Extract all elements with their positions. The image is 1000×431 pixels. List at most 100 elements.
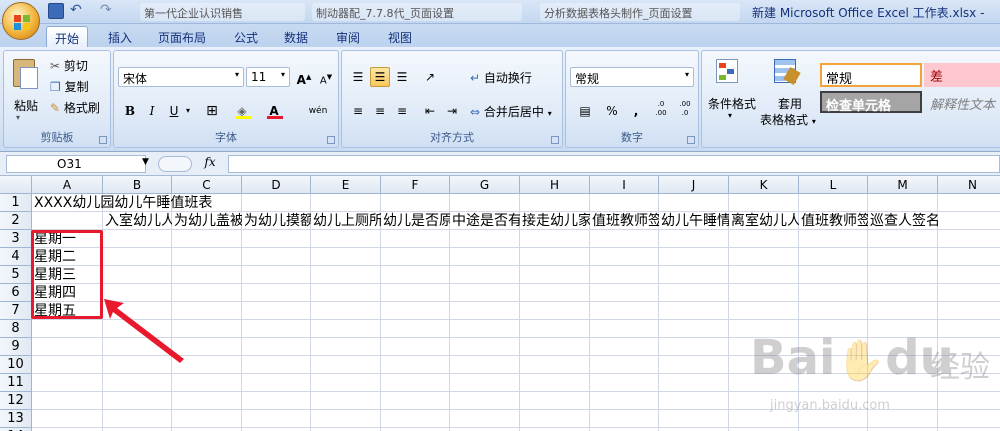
cell-E2[interactable]: 幼儿上厕所 — [313, 212, 381, 230]
clipboard-launcher-icon[interactable] — [99, 136, 107, 144]
tab-review[interactable]: 审阅 — [328, 26, 368, 47]
align-right-icon[interactable]: ≡ — [392, 101, 412, 121]
decrease-decimal-button[interactable]: .00 .0 — [674, 99, 696, 119]
row-header-1[interactable]: 1 — [0, 194, 32, 212]
fill-color-icon[interactable]: ◈ — [232, 101, 252, 121]
cell-B2[interactable]: 入室幼儿人数 — [105, 212, 172, 230]
style-explanatory[interactable]: 解释性文本 — [924, 91, 1000, 113]
row-header-3[interactable]: 3 — [0, 230, 32, 248]
bold-button[interactable]: B — [120, 101, 140, 121]
redo-icon[interactable]: ↷ — [100, 3, 116, 19]
select-all-corner[interactable] — [0, 176, 32, 194]
format-as-table-icon[interactable] — [774, 59, 801, 87]
align-middle-icon[interactable]: ☰ — [370, 67, 390, 87]
cut-button[interactable]: ✂ 剪切 — [50, 57, 88, 74]
font-name-select[interactable]: 宋体 ▾ — [118, 67, 244, 87]
cell-M2[interactable]: 巡查人签名 — [870, 212, 938, 230]
row-header-10[interactable]: 10 — [0, 356, 32, 374]
tab-view[interactable]: 视图 — [380, 26, 420, 47]
column-header-A[interactable]: A — [32, 176, 103, 194]
paste-icon[interactable] — [10, 57, 40, 91]
italic-button[interactable]: I — [142, 101, 162, 121]
column-header-F[interactable]: F — [381, 176, 450, 194]
cell-G2[interactable]: 中途是否有 — [452, 212, 520, 230]
merge-center-button[interactable]: ⇔ 合并后居中 ▾ — [470, 103, 552, 120]
doc-tab[interactable]: 第一代企业认识销售 — [140, 3, 305, 21]
align-center-icon[interactable]: ≡ — [370, 101, 390, 121]
font-color-button[interactable]: A — [264, 101, 284, 121]
doc-tab[interactable]: 制动器配_7.7.8代_页面设置 — [312, 3, 522, 21]
save-icon[interactable] — [48, 3, 64, 19]
column-header-N[interactable]: N — [938, 176, 1000, 194]
column-header-K[interactable]: K — [729, 176, 799, 194]
cell-H2[interactable]: 接走幼儿家 — [522, 212, 590, 230]
cell-L2[interactable]: 值班教师签 — [801, 212, 868, 230]
cell-I2[interactable]: 值班教师签 — [592, 212, 659, 230]
alignment-launcher-icon[interactable] — [551, 136, 559, 144]
row-header-12[interactable]: 12 — [0, 392, 32, 410]
format-painter-button[interactable]: ✎ 格式刷 — [50, 99, 100, 116]
number-launcher-icon[interactable] — [687, 136, 695, 144]
currency-icon[interactable]: ▤ — [572, 101, 598, 121]
column-header-M[interactable]: M — [868, 176, 938, 194]
copy-button[interactable]: ❐ 复制 — [50, 78, 89, 95]
column-header-G[interactable]: G — [450, 176, 520, 194]
style-normal[interactable]: 常规 — [820, 63, 922, 87]
row-header-8[interactable]: 8 — [0, 320, 32, 338]
borders-icon[interactable]: ⊞ — [202, 101, 222, 121]
align-left-icon[interactable]: ≡ — [348, 101, 368, 121]
font-size-select[interactable]: 11 ▾ — [246, 67, 290, 87]
wrap-text-button[interactable]: ↵ 自动换行 — [470, 69, 532, 86]
cell-A1[interactable]: XXXX幼儿园幼儿午睡值班表 — [34, 194, 254, 212]
name-box[interactable]: O31 — [6, 155, 146, 173]
style-bad[interactable]: 差 — [924, 63, 1000, 87]
comma-button[interactable]: , — [626, 101, 646, 121]
column-header-C[interactable]: C — [172, 176, 242, 194]
font-launcher-icon[interactable] — [327, 136, 335, 144]
align-bottom-icon[interactable]: ☰ — [392, 67, 412, 87]
format-as-table-button[interactable]: 套用 — [778, 95, 802, 112]
column-header-B[interactable]: B — [103, 176, 172, 194]
align-top-icon[interactable]: ☰ — [348, 67, 368, 87]
decrease-indent-icon[interactable]: ⇤ — [420, 101, 440, 121]
conditional-format-icon[interactable] — [716, 59, 742, 87]
row-header-11[interactable]: 11 — [0, 374, 32, 392]
row-header-5[interactable]: 5 — [0, 266, 32, 284]
underline-button[interactable]: U — [164, 101, 184, 121]
row-header-13[interactable]: 13 — [0, 410, 32, 428]
grow-font-button[interactable]: A▲ — [294, 67, 314, 87]
column-header-H[interactable]: H — [520, 176, 590, 194]
increase-decimal-button[interactable]: .0 .00 — [650, 99, 672, 119]
tab-data[interactable]: 数据 — [276, 26, 316, 47]
percent-button[interactable]: % — [602, 101, 622, 121]
phonetic-button[interactable]: wén — [304, 101, 332, 121]
tab-formulas[interactable]: 公式 — [226, 26, 266, 47]
formula-input[interactable] — [228, 155, 1000, 173]
tab-home[interactable]: 开始 — [46, 26, 89, 47]
column-header-D[interactable]: D — [242, 176, 311, 194]
row-header-2[interactable]: 2 — [0, 212, 32, 230]
tab-insert[interactable]: 插入 — [100, 26, 140, 47]
column-header-J[interactable]: J — [659, 176, 729, 194]
doc-tab[interactable]: 分析数据表格头制作_页面设置 — [540, 3, 740, 21]
undo-icon[interactable]: ↶ — [70, 3, 86, 19]
orientation-icon[interactable]: ↗ — [420, 67, 440, 87]
column-header-I[interactable]: I — [590, 176, 659, 194]
cell-J2[interactable]: 幼儿午睡情 — [661, 212, 729, 230]
shrink-font-button[interactable]: A▼ — [316, 67, 336, 87]
tab-page-layout[interactable]: 页面布局 — [150, 26, 214, 47]
paste-button[interactable]: 粘贴 — [14, 97, 38, 114]
cell-D2[interactable]: 为幼儿摸额 — [244, 212, 311, 230]
increase-indent-icon[interactable]: ⇥ — [442, 101, 462, 121]
cell-F2[interactable]: 幼儿是否原 — [383, 212, 450, 230]
paste-dropdown-icon[interactable]: ▾ — [16, 113, 20, 122]
insert-function-button[interactable]: fx — [195, 155, 225, 173]
underline-dropdown-icon[interactable]: ▾ — [186, 106, 190, 115]
column-header-E[interactable]: E — [311, 176, 381, 194]
row-header-7[interactable]: 7 — [0, 302, 32, 320]
format-as-table-button-2[interactable]: 表格格式 ▾ — [760, 111, 816, 128]
name-box-dropdown-icon[interactable]: ▼ — [142, 157, 149, 167]
number-format-select[interactable]: 常规 ▾ — [570, 67, 694, 87]
row-header-4[interactable]: 4 — [0, 248, 32, 266]
cell-K2[interactable]: 离室幼儿人 — [731, 212, 799, 230]
